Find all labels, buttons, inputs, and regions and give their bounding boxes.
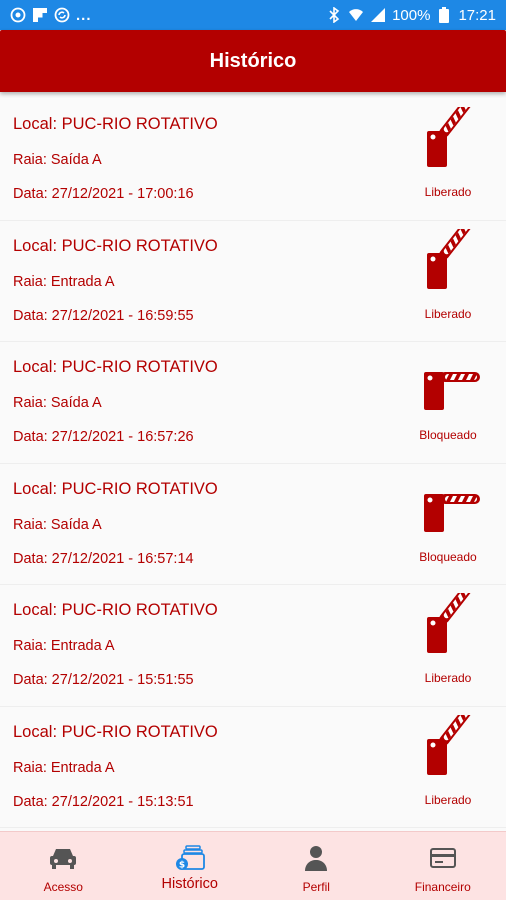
history-item-local: Local: PUC-RIO ROTATIVO xyxy=(13,358,218,376)
nav-perfil[interactable]: Perfil xyxy=(253,832,380,900)
nav-label: Acesso xyxy=(43,880,83,894)
battery-icon xyxy=(436,7,452,23)
more-notifications-icon: ... xyxy=(76,6,92,24)
history-item-date: Data: 27/12/2021 - 17:00:16 xyxy=(13,186,194,202)
history-item-date: Data: 27/12/2021 - 15:51:55 xyxy=(13,672,194,688)
history-item-status: Bloqueado xyxy=(400,472,496,582)
gate-open-icon xyxy=(427,228,472,289)
clock: 17:21 xyxy=(458,6,496,24)
sync-icon xyxy=(54,7,70,23)
history-item-status: Liberado xyxy=(400,593,496,703)
bottom-navigation: Acesso $ Histórico Perfil Financeiro xyxy=(0,831,506,900)
card-icon xyxy=(428,844,458,872)
history-item-raia: Raia: Saída A xyxy=(13,152,102,168)
history-item-status: Liberado xyxy=(400,714,496,825)
gate-open-icon xyxy=(427,714,472,775)
nav-historico[interactable]: $ Histórico xyxy=(127,832,254,900)
history-item-local: Local: PUC-RIO ROTATIVO xyxy=(13,479,218,498)
history-item-date: Data: 27/12/2021 - 15:13:51 xyxy=(13,793,194,810)
history-item-local: Local: PUC-RIO ROTATIVO xyxy=(13,601,218,619)
gate-closed-icon xyxy=(424,493,480,532)
history-list: Local: PUC-RIO ROTATIVO Raia: Saída A Da… xyxy=(0,99,506,828)
nav-label: Perfil xyxy=(302,880,330,894)
history-item[interactable]: Local: PUC-RIO ROTATIVO Raia: Entrada A … xyxy=(0,706,506,828)
page-title: Histórico xyxy=(209,49,297,72)
history-item[interactable]: Local: PUC-RIO ROTATIVO Raia: Entrada A … xyxy=(0,220,506,342)
history-item[interactable]: Local: PUC-RIO ROTATIVO Raia: Saída A Da… xyxy=(0,99,506,221)
history-item[interactable]: Local: PUC-RIO ROTATIVO Raia: Saída A Da… xyxy=(0,463,506,585)
flipboard-icon xyxy=(32,7,48,23)
history-item-date: Data: 27/12/2021 - 16:59:55 xyxy=(13,307,194,324)
history-item-date: Data: 27/12/2021 - 16:57:26 xyxy=(13,429,194,445)
nav-label: Histórico xyxy=(161,876,218,892)
status-label: Liberado xyxy=(424,792,472,807)
nav-label: Financeiro xyxy=(414,880,471,894)
history-item-raia: Raia: Entrada A xyxy=(13,273,115,290)
history-item-local: Local: PUC-RIO ROTATIVO xyxy=(13,115,218,133)
history-item-status: Liberado xyxy=(400,107,496,217)
status-label: Liberado xyxy=(424,306,472,321)
car-icon xyxy=(48,844,78,872)
history-item-local: Local: PUC-RIO ROTATIVO xyxy=(13,236,218,255)
nav-acesso[interactable]: Acesso xyxy=(0,832,127,900)
status-label: Liberado xyxy=(424,671,472,685)
status-label: Bloqueado xyxy=(419,549,477,564)
status-label: Liberado xyxy=(424,185,472,199)
status-label: Bloqueado xyxy=(419,428,477,442)
history-item-date: Data: 27/12/2021 - 16:57:14 xyxy=(13,550,194,567)
history-item-raia: Raia: Entrada A xyxy=(13,759,115,776)
history-item[interactable]: Local: PUC-RIO ROTATIVO Raia: Entrada A … xyxy=(0,585,506,707)
svg-text:$: $ xyxy=(179,861,185,871)
history-item-local: Local: PUC-RIO ROTATIVO xyxy=(13,722,218,741)
gate-open-icon xyxy=(427,107,472,167)
history-item-status: Bloqueado xyxy=(400,350,496,460)
gate-open-icon xyxy=(427,593,472,653)
nav-financeiro[interactable]: Financeiro xyxy=(380,832,506,900)
person-icon xyxy=(301,844,331,872)
signal-icon xyxy=(370,7,386,23)
history-item[interactable]: Local: PUC-RIO ROTATIVO Raia: Saída A Da… xyxy=(0,342,506,464)
wifi-icon xyxy=(348,7,364,23)
vpn-icon xyxy=(10,7,26,23)
history-item-status: Liberado xyxy=(400,228,496,339)
history-item-raia: Raia: Entrada A xyxy=(13,638,115,654)
history-icon: $ xyxy=(175,844,205,872)
gate-closed-icon xyxy=(424,372,480,410)
battery-percent: 100% xyxy=(392,6,431,24)
history-item-raia: Raia: Saída A xyxy=(13,516,102,533)
bluetooth-icon xyxy=(326,7,342,23)
app-bar: Histórico xyxy=(0,30,506,92)
history-item-raia: Raia: Saída A xyxy=(13,395,102,411)
status-bar: ... 100% 17:21 xyxy=(0,0,506,30)
